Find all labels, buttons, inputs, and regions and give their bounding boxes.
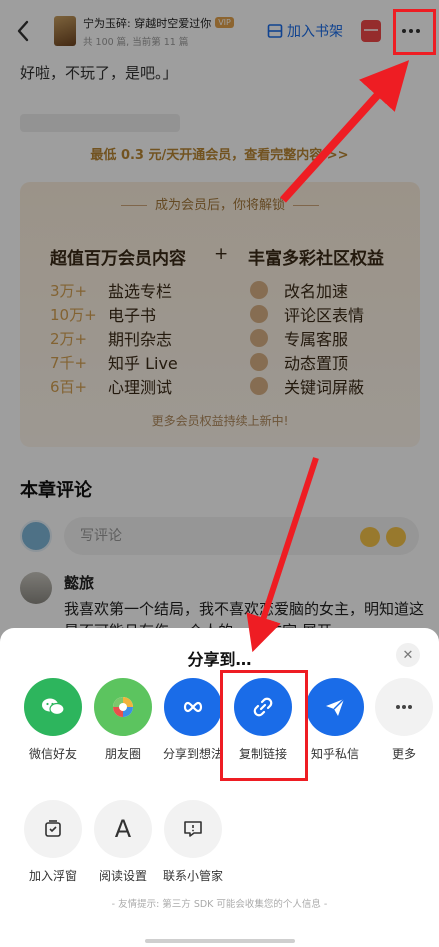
font-icon: A: [94, 800, 152, 858]
share-label: 更多: [391, 747, 416, 761]
reading-settings-button[interactable]: A 阅读设置: [88, 800, 158, 884]
share-label: 联系小管家: [162, 869, 223, 883]
close-button[interactable]: ✕: [396, 643, 420, 667]
paper-plane-icon: [306, 678, 364, 736]
float-window-icon: [24, 800, 82, 858]
annotation-box-copy-link: [220, 670, 308, 781]
close-icon: ✕: [402, 647, 414, 663]
share-label: 加入浮窗: [28, 869, 77, 883]
share-private-message[interactable]: 知乎私信: [300, 678, 370, 762]
chat-icon: [164, 800, 222, 858]
share-label: 微信好友: [28, 747, 77, 761]
share-moments[interactable]: 朋友圈: [88, 678, 158, 762]
contact-support-button[interactable]: 联系小管家: [158, 800, 228, 884]
share-more-button[interactable]: 更多: [369, 678, 439, 762]
share-label: 朋友圈: [104, 747, 141, 761]
share-label: 知乎私信: [310, 747, 359, 761]
annotation-box-more: [393, 9, 436, 55]
share-label: 阅读设置: [98, 869, 147, 883]
more-icon: [375, 678, 433, 736]
share-to-idea[interactable]: 分享到想法: [158, 678, 228, 762]
share-sheet-title: 分享到…: [187, 650, 252, 669]
privacy-note: - 友情提示: 第三方 SDK 可能会收集您的个人信息 -: [111, 899, 328, 910]
moments-icon: [94, 678, 152, 736]
home-indicator: [145, 939, 295, 943]
wechat-icon: [24, 678, 82, 736]
share-label: 分享到想法: [162, 747, 223, 761]
share-wechat-friend[interactable]: 微信好友: [18, 678, 88, 762]
add-floating-window-button[interactable]: 加入浮窗: [18, 800, 88, 884]
idea-icon: [164, 678, 222, 736]
